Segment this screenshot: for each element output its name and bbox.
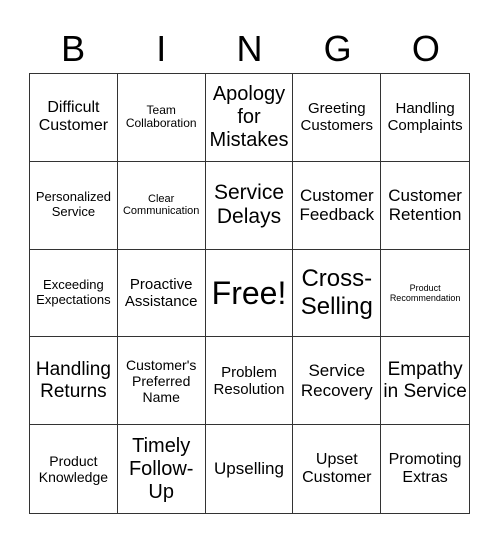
free-space-cell[interactable]: Free!	[205, 249, 294, 338]
header-letter-b: B	[61, 28, 86, 69]
bingo-cell[interactable]: Upselling	[206, 425, 294, 513]
bingo-cell[interactable]: Customer Retention	[381, 162, 469, 250]
bingo-cell[interactable]: Clear Communication	[117, 161, 206, 250]
bingo-cell[interactable]: Upset Customer	[293, 425, 382, 513]
bingo-cell[interactable]: Greeting Customers	[293, 74, 382, 162]
bingo-cell[interactable]: Promoting Extras	[381, 425, 469, 513]
bingo-header: B I N G O	[29, 26, 470, 72]
bingo-cell[interactable]: Difficult Customer	[30, 74, 118, 162]
bingo-cell[interactable]: Apology for Mistakes	[205, 74, 294, 162]
bingo-cell[interactable]: Customer's Preferred Name	[117, 337, 206, 426]
bingo-cell[interactable]: Handling Complaints	[381, 74, 469, 162]
header-letter-o: O	[411, 28, 440, 69]
bingo-cell[interactable]: Team Collaboration	[117, 74, 206, 162]
bingo-board: Difficult Customer Team Collaboration Ap…	[29, 73, 470, 514]
bingo-cell[interactable]: Empathy in Service	[381, 337, 469, 426]
bingo-cell[interactable]: Product Knowledge	[30, 425, 118, 513]
header-letter-i: I	[156, 28, 167, 69]
header-letter-g: G	[323, 28, 352, 69]
bingo-cell[interactable]: Customer Feedback	[293, 161, 382, 250]
bingo-cell[interactable]: Personalized Service	[30, 161, 118, 250]
bingo-cell[interactable]: Proactive Assistance	[117, 249, 206, 338]
bingo-cell[interactable]: Cross-Selling	[293, 249, 382, 338]
bingo-cell[interactable]: Exceeding Expectations	[30, 249, 118, 338]
bingo-cell[interactable]: Product Recommendation	[381, 250, 469, 338]
bingo-cell[interactable]: Problem Resolution	[205, 337, 294, 426]
bingo-cell[interactable]: Timely Follow-Up	[118, 425, 206, 513]
header-letter-n: N	[236, 28, 263, 69]
bingo-cell[interactable]: Service Recovery	[293, 337, 382, 426]
bingo-cell[interactable]: Handling Returns	[30, 337, 118, 426]
bingo-cell[interactable]: Service Delays	[205, 161, 294, 250]
